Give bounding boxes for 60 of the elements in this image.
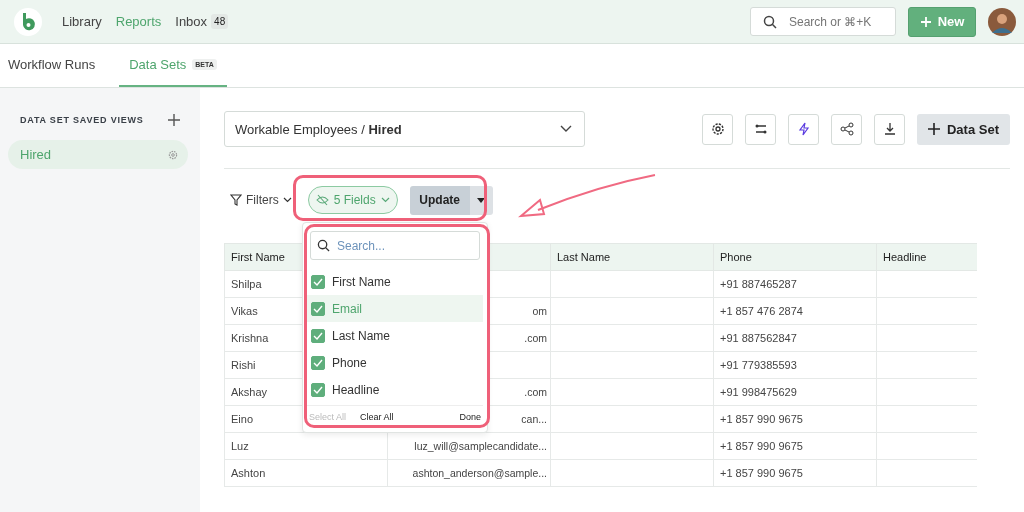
checkmark-icon bbox=[313, 277, 323, 286]
hidden-eye-icon bbox=[315, 194, 329, 206]
tab[interactable]: Workflow Runs bbox=[8, 44, 108, 87]
add-data-set-button[interactable]: Data Set bbox=[917, 113, 1010, 145]
update-button[interactable]: Update bbox=[409, 185, 470, 215]
table-cell: +1 857 476 2874 bbox=[713, 297, 877, 325]
plus-icon bbox=[919, 15, 932, 28]
table-cell: +91 779385593 bbox=[713, 351, 877, 379]
swap-button[interactable] bbox=[745, 113, 776, 145]
section-heading: DATA SET SAVED VIEWS bbox=[20, 115, 144, 125]
share-icon bbox=[839, 122, 854, 136]
checkbox[interactable] bbox=[311, 301, 325, 316]
column-header: Phone bbox=[713, 243, 877, 271]
nav-link[interactable]: Library bbox=[62, 14, 102, 29]
table-cell: +91 887562847 bbox=[713, 324, 877, 352]
sliders-icon bbox=[753, 122, 768, 136]
checkmark-icon bbox=[313, 385, 323, 394]
count-badge: 48 bbox=[211, 14, 229, 29]
gear-icon[interactable] bbox=[168, 149, 178, 160]
lightning-icon bbox=[796, 122, 811, 136]
table-cell: ashton_anderson@sample... bbox=[387, 459, 551, 487]
download-button[interactable] bbox=[874, 113, 905, 145]
share-button[interactable] bbox=[831, 113, 862, 145]
column-header: Headline bbox=[876, 243, 977, 271]
plus-icon bbox=[928, 123, 940, 135]
table-cell: +1 857 990 9675 bbox=[713, 405, 877, 433]
gear-icon bbox=[710, 122, 725, 136]
caret-icon bbox=[477, 197, 486, 203]
download-icon bbox=[882, 122, 897, 136]
search-field[interactable]: Search or ⌘+K bbox=[750, 7, 896, 36]
chevron-down-icon bbox=[560, 125, 572, 133]
dataset-select[interactable]: Workable Employees / Hired bbox=[224, 111, 585, 147]
filters-button[interactable]: Filters bbox=[224, 193, 292, 207]
filter-icon bbox=[230, 194, 242, 206]
search-field[interactable]: Search... bbox=[310, 231, 480, 260]
lightning-button[interactable] bbox=[788, 113, 819, 145]
table-cell: Ashton bbox=[224, 459, 388, 487]
column-header: Last Name bbox=[550, 243, 714, 271]
checkbox[interactable] bbox=[311, 274, 325, 289]
chevron-down-icon bbox=[282, 197, 292, 203]
table-cell: +1 857 990 9675 bbox=[713, 432, 877, 460]
search-icon bbox=[763, 14, 777, 29]
checkbox[interactable] bbox=[311, 355, 325, 370]
table-cell: +1 857 990 9675 bbox=[713, 459, 877, 487]
search-icon bbox=[317, 239, 330, 252]
chevron-down-icon bbox=[380, 197, 390, 203]
checkmark-icon bbox=[313, 304, 323, 313]
logo-icon[interactable] bbox=[14, 7, 42, 36]
checkbox[interactable] bbox=[311, 328, 325, 343]
checkmark-icon bbox=[313, 358, 323, 367]
plus-icon[interactable] bbox=[168, 114, 180, 126]
settings-button[interactable] bbox=[702, 113, 733, 145]
checkbox[interactable] bbox=[311, 382, 325, 397]
table-cell: +91 998475629 bbox=[713, 378, 877, 406]
table-cell: +91 887465287 bbox=[713, 270, 877, 298]
nav-link[interactable]: Inbox bbox=[175, 14, 208, 29]
avatar[interactable] bbox=[988, 7, 1016, 36]
search-input[interactable]: Search or ⌘+K bbox=[787, 13, 891, 30]
done-link[interactable]: Done bbox=[459, 412, 481, 422]
checkmark-icon bbox=[313, 331, 323, 340]
